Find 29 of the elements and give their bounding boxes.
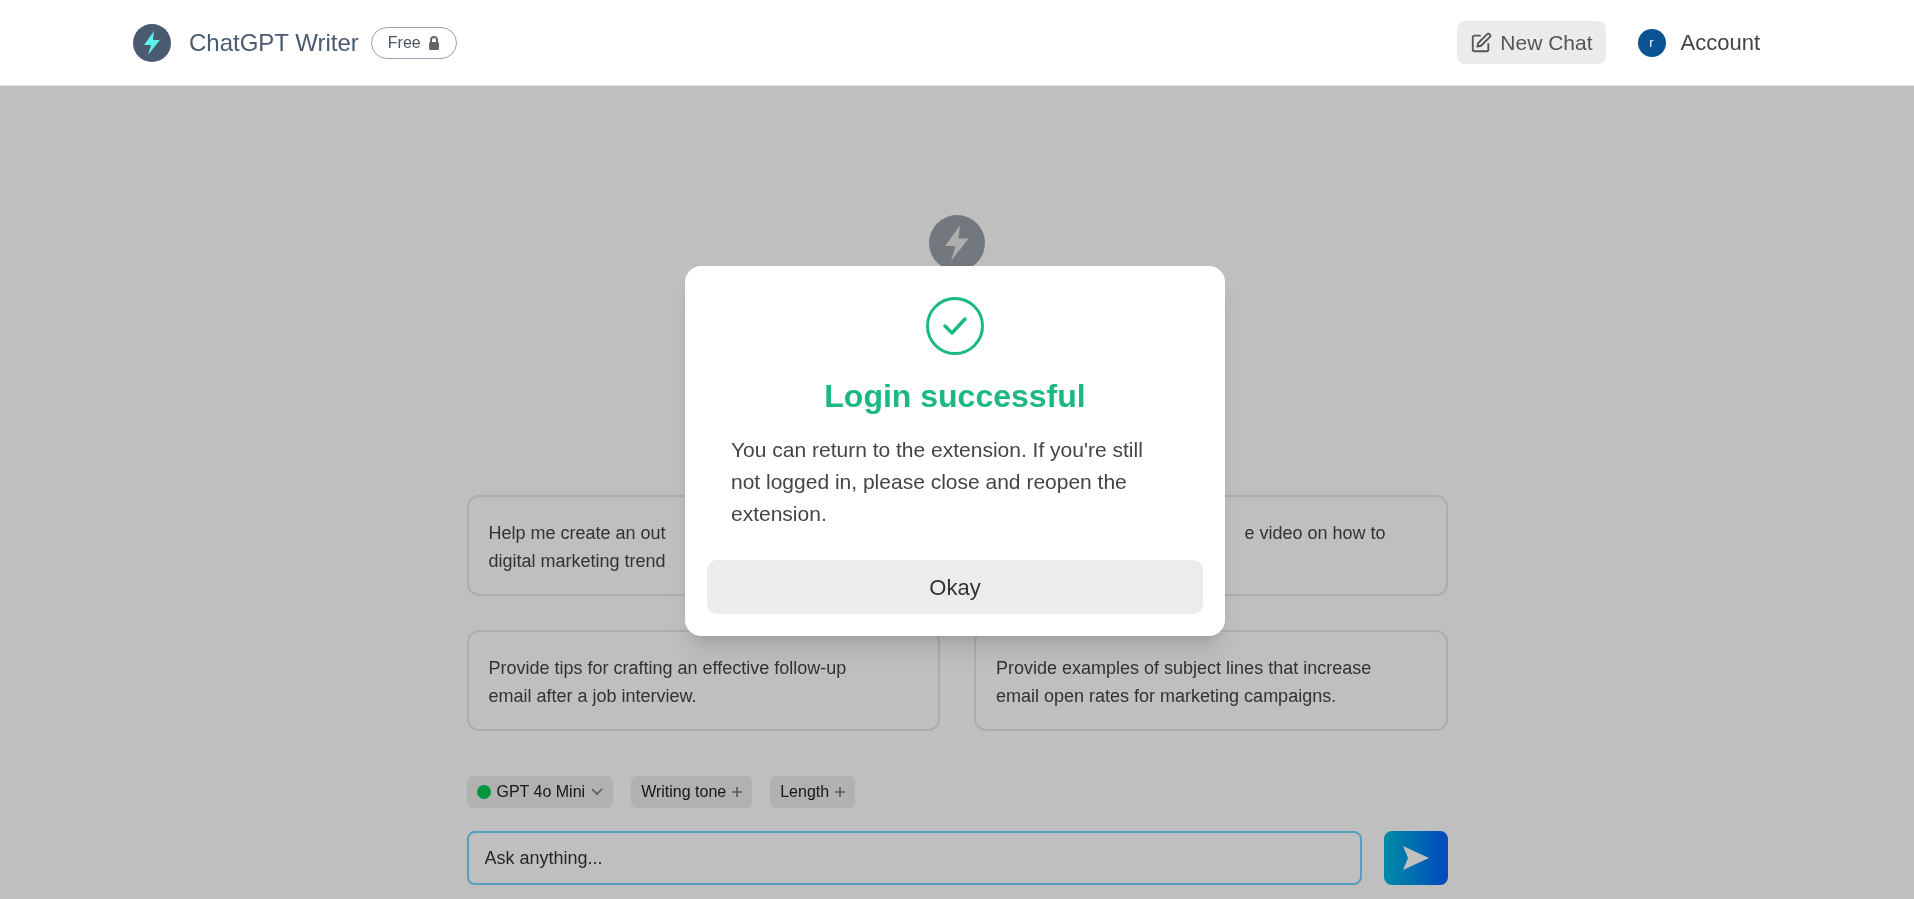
prompt-text: Help me create an out	[488, 522, 666, 545]
option-chip[interactable]: Writing tone	[631, 776, 753, 808]
model-selector[interactable]: GPT 4o Mini	[466, 776, 614, 808]
account-button[interactable]: r Account	[1637, 26, 1760, 59]
prompt-text: digital marketing trend	[488, 550, 666, 573]
success-check-icon	[925, 296, 985, 356]
option-chip[interactable]: Length	[770, 776, 856, 808]
logo-icon	[133, 23, 171, 62]
prompt-text: e video on how to	[1244, 522, 1386, 545]
dialog-message: You can return to the extension. If you're still not logged in, please close and reopen the extension.	[731, 437, 1144, 527]
dialog-title: Login successful	[824, 377, 1086, 416]
send-icon	[1400, 844, 1431, 872]
prompt-card[interactable]: Provide examples of subject lines that increase email open rates for marketing campaigns.	[974, 630, 1448, 731]
prompt-text: Provide tips for crafting an effective follow-up	[488, 657, 847, 680]
prompt-card[interactable]: Provide tips for crafting an effective follow-up email after a job interview.	[466, 630, 940, 731]
plus-icon	[732, 787, 743, 797]
lock-icon	[427, 35, 440, 50]
prompt-text: email open rates for marketing campaigns.	[996, 685, 1337, 708]
ask-input[interactable]: Ask anything...	[466, 831, 1362, 885]
user-avatar: r	[1637, 28, 1666, 57]
plus-icon	[835, 787, 846, 797]
okay-button[interactable]: Okay	[707, 560, 1203, 614]
prompt-text: email after a job interview.	[488, 685, 697, 708]
prompt-text: Provide examples of subject lines that increase	[996, 657, 1372, 680]
chevron-down-icon	[591, 788, 604, 796]
app-title: ChatGPT Writer	[189, 27, 359, 58]
send-button[interactable]	[1383, 831, 1448, 885]
edit-icon	[1470, 31, 1493, 54]
new-chat-button[interactable]: New Chat	[1457, 21, 1606, 64]
